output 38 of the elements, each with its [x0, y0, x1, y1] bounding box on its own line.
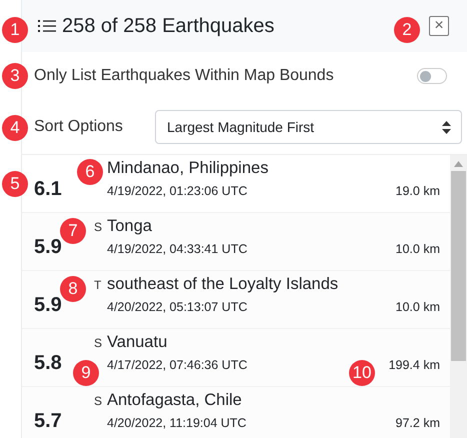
prefix-letter: S — [94, 394, 102, 408]
magnitude: 5.7 — [34, 410, 62, 433]
filter-label: Only List Earthquakes Within Map Bounds — [34, 67, 335, 85]
quake-time: 4/20/2022, 11:19:04 UTC — [107, 416, 246, 430]
quake-depth: 19.0 km — [396, 184, 440, 198]
callout-number: 5 — [2, 171, 28, 197]
quake-depth: 10.0 km — [396, 300, 440, 314]
quake-place[interactable]: Tonga — [107, 217, 152, 236]
quake-place[interactable]: Antofagasta, Chile — [107, 391, 242, 410]
magnitude: 5.8 — [34, 352, 62, 375]
callout-number: 1 — [2, 17, 28, 43]
quake-time: 4/19/2022, 04:33:41 UTC — [107, 242, 248, 256]
quake-depth: 199.4 km — [388, 358, 440, 372]
quake-time: 4/20/2022, 05:13:07 UTC — [107, 300, 248, 314]
callout-number: 4 — [2, 115, 28, 141]
quake-depth: 10.0 km — [396, 242, 440, 256]
quake-place[interactable]: Mindanao, Philippines — [107, 159, 268, 178]
map-bounds-toggle[interactable] — [417, 68, 447, 84]
panel-title: 258 of 258 Earthquakes — [62, 14, 274, 38]
sort-select[interactable]: Largest Magnitude First — [155, 110, 462, 144]
close-button[interactable]: × — [429, 16, 449, 36]
magnitude: 6.1 — [34, 178, 62, 201]
magnitude: 5.9 — [34, 236, 62, 259]
quake-depth: 97.2 km — [396, 416, 440, 430]
scrollbar[interactable] — [450, 155, 467, 438]
quake-time: 4/17/2022, 07:46:36 UTC — [107, 358, 248, 372]
prefix-letter: T — [94, 278, 102, 292]
magnitude: 5.9 — [34, 294, 62, 317]
sort-label: Sort Options — [34, 118, 124, 136]
quake-time: 4/19/2022, 01:23:06 UTC — [107, 184, 248, 198]
callout-number: 3 — [2, 63, 28, 89]
quake-place[interactable]: Vanuatu — [107, 333, 168, 352]
prefix-letter: S — [94, 336, 102, 350]
quake-place[interactable]: southeast of the Loyalty Islands — [107, 275, 338, 294]
list-icon — [38, 19, 56, 33]
sort-caret-icon — [442, 120, 451, 134]
prefix-letter: S — [94, 220, 102, 234]
scroll-up-icon[interactable] — [454, 161, 463, 167]
